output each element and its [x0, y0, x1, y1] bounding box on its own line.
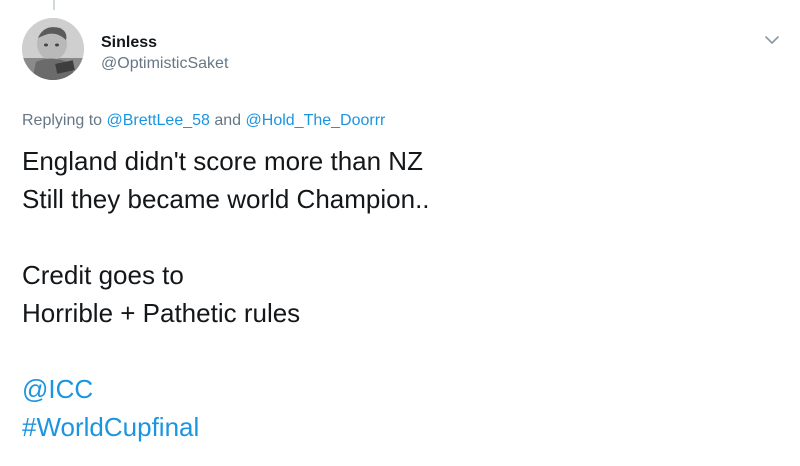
replying-conjunction: and: [209, 112, 246, 129]
tweet-text-line: Horrible + Pathetic rules: [22, 298, 301, 328]
mention-link-icc[interactable]: @ICC: [22, 370, 430, 408]
hashtag-link-worldcupfinal[interactable]: #WorldCupfinal: [22, 408, 430, 446]
avatar-image: [22, 18, 84, 80]
replying-prefix: Replying to: [22, 112, 107, 129]
tweet-text: England didn't score more than NZ Still …: [22, 142, 430, 446]
tweet-text-line: Credit goes to: [22, 260, 184, 290]
tweet-header: Sinless @OptimisticSaket: [101, 33, 228, 75]
chevron-down-icon[interactable]: [762, 30, 782, 50]
tweet-text-line: Still they became world Champion..: [22, 184, 430, 214]
replying-to: Replying to @BrettLee_58 and @Hold_The_D…: [22, 110, 385, 132]
reply-mention-hold-the-door[interactable]: @Hold_The_Doorrr: [246, 112, 386, 129]
username[interactable]: @OptimisticSaket: [101, 53, 228, 75]
reply-mention-brettlee[interactable]: @BrettLee_58: [107, 112, 210, 129]
display-name[interactable]: Sinless: [101, 33, 228, 53]
tweet-text-line: England didn't score more than NZ: [22, 146, 423, 176]
tweet-card: Sinless @OptimisticSaket Replying to @Br…: [0, 0, 800, 466]
avatar[interactable]: [22, 18, 84, 80]
thread-line: [53, 0, 55, 10]
